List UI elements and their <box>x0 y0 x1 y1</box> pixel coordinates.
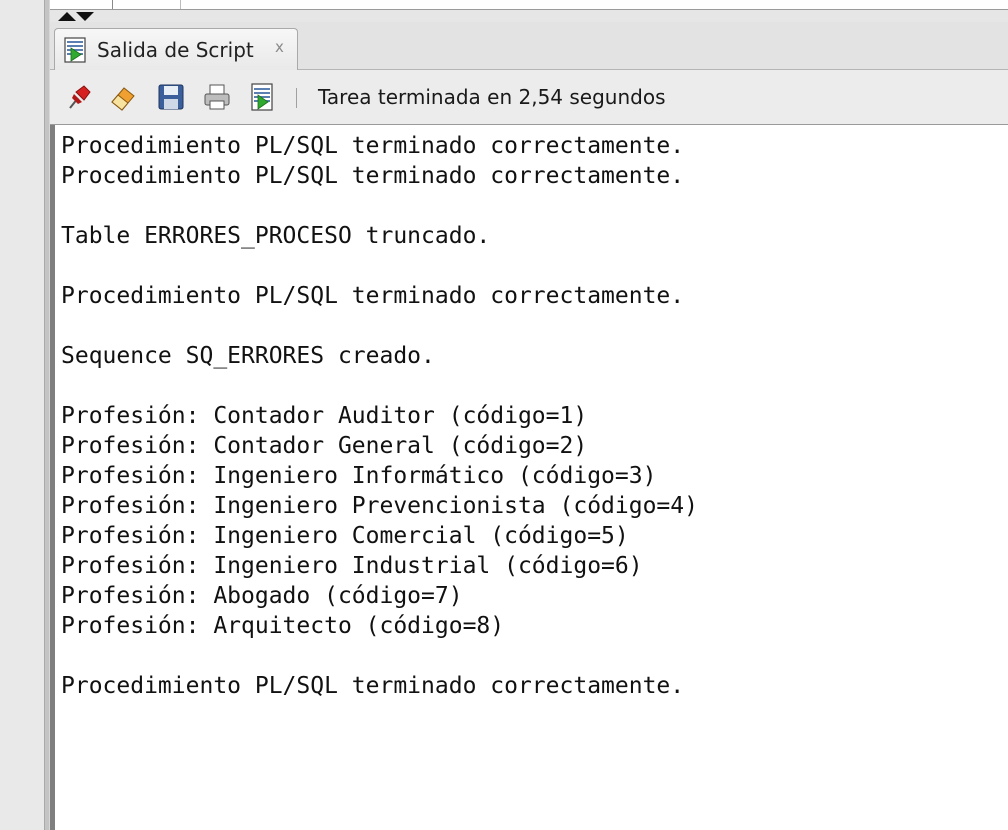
printer-icon[interactable] <box>202 82 232 112</box>
script-output-icon[interactable] <box>248 82 278 112</box>
task-status-text: Tarea terminada en 2,54 segundos <box>318 85 666 109</box>
collapse-up-icon[interactable] <box>58 12 76 21</box>
output-line: Profesión: Ingeniero Industrial (código=… <box>61 553 643 579</box>
floppy-disk-icon[interactable] <box>156 82 186 112</box>
output-line: Profesión: Ingeniero Prevencionista (cód… <box>61 493 698 519</box>
strip-divider <box>180 0 181 9</box>
output-line: Profesión: Arquitecto (código=8) <box>61 613 505 639</box>
strip-divider <box>112 0 113 9</box>
output-line: Procedimiento PL/SQL terminado correctam… <box>61 163 685 189</box>
pin-icon[interactable] <box>64 82 94 112</box>
tab-label: Salida de Script <box>97 38 254 62</box>
output-line: Procedimiento PL/SQL terminado correctam… <box>61 133 685 159</box>
script-output-icon <box>64 37 86 63</box>
output-line: Profesión: Contador Auditor (código=1) <box>61 403 588 429</box>
output-line: Profesión: Contador General (código=2) <box>61 433 588 459</box>
output-toolbar: Tarea terminada en 2,54 segundos <box>50 70 1008 125</box>
output-line: Procedimiento PL/SQL terminado correctam… <box>61 283 685 309</box>
script-output-area[interactable]: Procedimiento PL/SQL terminado correctam… <box>50 125 1008 830</box>
output-line: Table ERRORES_PROCESO truncado. <box>61 223 491 249</box>
editor-bottom-strip <box>50 0 1008 10</box>
output-line: Profesión: Abogado (código=7) <box>61 583 463 609</box>
left-gutter <box>0 0 44 830</box>
expand-down-icon[interactable] <box>76 12 94 21</box>
tab-script-output[interactable]: Salida de Script x <box>54 28 298 70</box>
output-line: Procedimiento PL/SQL terminado correctam… <box>61 673 685 699</box>
output-line: Sequence SQ_ERRORES creado. <box>61 343 435 369</box>
panel-splitter[interactable] <box>50 10 1008 22</box>
close-icon[interactable]: x <box>275 38 284 56</box>
output-line: Profesión: Ingeniero Informático (código… <box>61 463 657 489</box>
eraser-icon[interactable] <box>108 82 138 112</box>
toolbar-separator <box>296 88 297 108</box>
output-line: Profesión: Ingeniero Comercial (código=5… <box>61 523 629 549</box>
output-tabbar: Salida de Script x <box>50 22 1008 70</box>
